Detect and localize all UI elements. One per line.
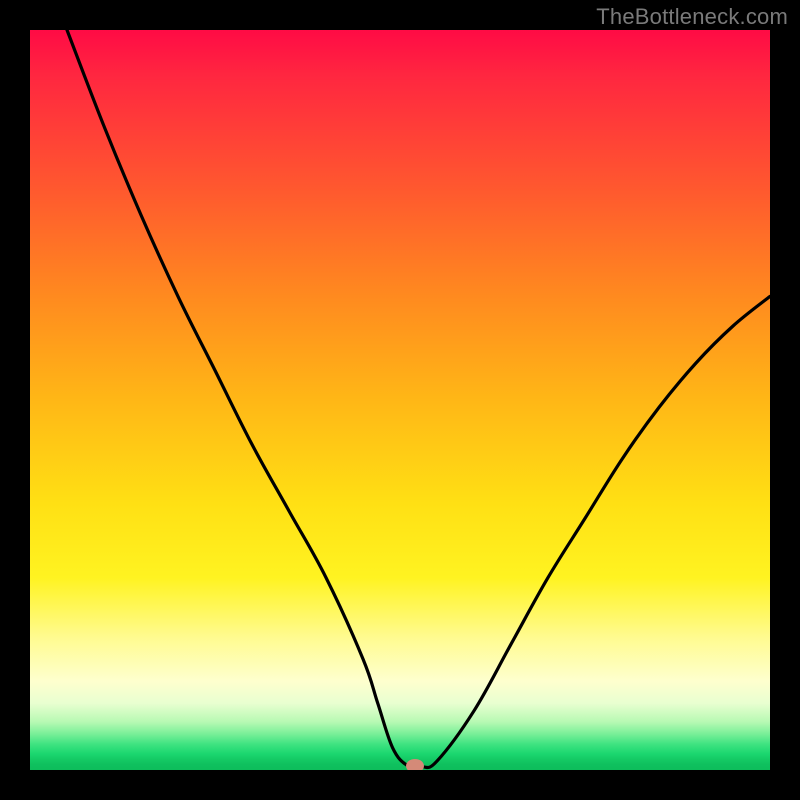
watermark-text: TheBottleneck.com <box>596 4 788 30</box>
plot-area <box>30 30 770 770</box>
chart-frame: TheBottleneck.com <box>0 0 800 800</box>
optimal-point-marker <box>406 759 424 770</box>
curve-path <box>67 30 770 768</box>
bottleneck-curve <box>30 30 770 770</box>
